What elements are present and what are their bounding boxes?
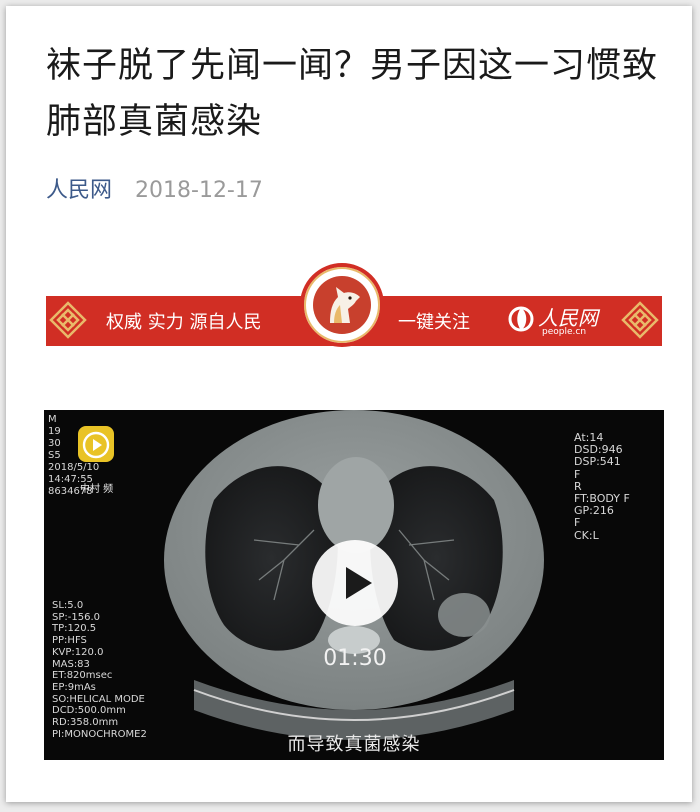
follow-banner[interactable]: 权威 实力 源自人民 一键关注 人民网 people.cn	[46, 263, 662, 347]
chinese-knot-icon	[621, 301, 659, 339]
article-meta: 人民网 2018-12-17	[46, 172, 263, 204]
dog-emblem-icon	[300, 263, 384, 347]
publish-date: 2018-12-17	[135, 178, 263, 203]
source-link[interactable]: 人民网	[46, 178, 112, 203]
video-duration: 01:30	[323, 646, 387, 671]
scan-overlay-right: At:14 DSD:946 DSP:541 F R FT:BODY F GP:2…	[574, 431, 630, 542]
scan-overlay-left: SL:5.0 SP:-156.0 TP:120.5 PP:HFS KVP:120…	[52, 600, 147, 740]
logo-en-text: people.cn	[542, 327, 587, 337]
video-subtitle: 而导致真菌感染	[287, 734, 421, 755]
video-app-label: 中村 频	[80, 484, 114, 495]
people-cn-logo: 人民网 people.cn	[508, 302, 618, 340]
people-logo-icon	[508, 306, 534, 332]
article-card: 袜子脱了先闻一闻？男子因这一习惯致肺部真菌感染 人民网 2018-12-17 权…	[6, 6, 692, 802]
article-title: 袜子脱了先闻一闻？男子因这一习惯致肺部真菌感染	[46, 46, 659, 142]
banner-slogan: 权威 实力 源自人民	[106, 312, 262, 333]
follow-button[interactable]: 一键关注	[398, 308, 470, 334]
video-player[interactable]: M 19 30 S5 2018/5/10 14:47:55 8634678 中村…	[44, 410, 664, 760]
chinese-knot-icon	[49, 301, 87, 339]
play-icon	[346, 567, 372, 599]
play-button[interactable]	[312, 540, 398, 626]
video-app-icon	[78, 426, 114, 462]
